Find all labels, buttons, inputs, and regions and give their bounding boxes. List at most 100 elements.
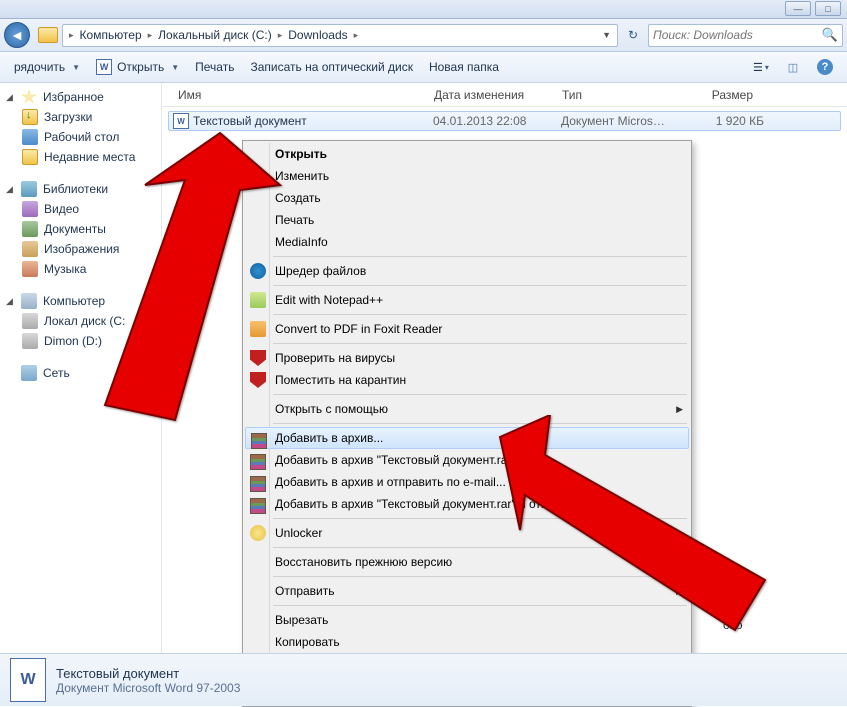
- ctx-open[interactable]: Открыть: [245, 143, 689, 165]
- ctx-archive-and-email[interactable]: Добавить в архив и отправить по e-mail..…: [245, 471, 689, 493]
- maximize-button[interactable]: □: [815, 1, 841, 16]
- organize-button[interactable]: рядочить▼: [8, 55, 86, 79]
- sidebar-computer[interactable]: ◢Компьютер: [0, 291, 161, 311]
- kaspersky-icon: [250, 350, 266, 366]
- sidebar-libraries[interactable]: ◢Библиотеки: [0, 179, 161, 199]
- open-button[interactable]: W Открыть▼: [90, 55, 185, 79]
- music-icon: [22, 261, 38, 277]
- menu-separator: [273, 314, 687, 315]
- refresh-button[interactable]: ↻: [622, 24, 644, 46]
- ctx-unlocker[interactable]: Unlocker: [245, 522, 689, 544]
- ctx-shredder[interactable]: Шредер файлов: [245, 260, 689, 282]
- sidebar-item-documents[interactable]: Документы: [0, 219, 161, 239]
- ctx-mediainfo[interactable]: MediaInfo: [245, 231, 689, 253]
- menu-separator: [273, 605, 687, 606]
- preview-pane-button[interactable]: ◫: [779, 56, 807, 78]
- winrar-icon: [250, 454, 266, 470]
- ctx-open-with[interactable]: Открыть с помощью▶: [245, 398, 689, 420]
- sidebar-item-downloads[interactable]: Загрузки: [0, 107, 161, 127]
- menu-separator: [273, 423, 687, 424]
- ctx-restore-previous[interactable]: Восстановить прежнюю версию: [245, 551, 689, 573]
- file-name: Текстовый документ: [193, 114, 433, 128]
- disk-icon: [22, 333, 38, 349]
- sidebar-item-localdisk[interactable]: Локал диск (C:: [0, 311, 161, 331]
- foxit-icon: [250, 321, 266, 337]
- menu-separator: [273, 518, 687, 519]
- file-date: 04.01.2013 22:08: [433, 114, 561, 128]
- menu-separator: [273, 343, 687, 344]
- navigation-sidebar: ◢Избранное Загрузки Рабочий стол Недавни…: [0, 83, 162, 653]
- word-file-icon: W: [173, 113, 189, 129]
- ctx-add-to-named-archive[interactable]: Добавить в архив "Текстовый документ.rar…: [245, 449, 689, 471]
- file-row-selected[interactable]: W Текстовый документ 04.01.2013 22:08 До…: [168, 111, 841, 131]
- sidebar-network[interactable]: ▸Сеть: [0, 363, 161, 383]
- minimize-button[interactable]: —: [785, 1, 811, 16]
- column-date[interactable]: Дата изменения: [428, 88, 556, 102]
- back-button[interactable]: ◄: [4, 22, 30, 48]
- search-box[interactable]: 🔍: [648, 24, 843, 47]
- word-icon: W: [96, 59, 112, 75]
- sidebar-item-music[interactable]: Музыка: [0, 259, 161, 279]
- ctx-add-to-archive[interactable]: Добавить в архив...: [245, 427, 689, 449]
- ctx-edit[interactable]: Изменить: [245, 165, 689, 187]
- status-bar: W Текстовый документ Документ Microsoft …: [0, 653, 847, 706]
- network-icon: [21, 365, 37, 381]
- ctx-av-check[interactable]: Проверить на вирусы: [245, 347, 689, 369]
- collapse-icon: ◢: [6, 184, 15, 195]
- breadcrumb-localdisk[interactable]: Локальный диск (C:): [156, 28, 274, 42]
- ctx-create[interactable]: Создать: [245, 187, 689, 209]
- column-name[interactable]: Имя: [172, 88, 428, 102]
- sidebar-favorites[interactable]: ◢Избранное: [0, 87, 161, 107]
- collapse-icon: ◢: [6, 296, 15, 307]
- unlocker-icon: [250, 525, 266, 541]
- status-filename: Текстовый документ: [56, 666, 240, 681]
- chevron-down-icon: ▼: [72, 63, 80, 72]
- ctx-send-to[interactable]: Отправить▶: [245, 580, 689, 602]
- breadcrumb[interactable]: ▸ Компьютер ▸ Локальный диск (C:) ▸ Down…: [62, 24, 618, 47]
- newfolder-button[interactable]: Новая папка: [423, 55, 505, 79]
- ctx-cut[interactable]: Вырезать: [245, 609, 689, 631]
- sidebar-item-video[interactable]: Видео: [0, 199, 161, 219]
- ctx-notepadpp[interactable]: Edit with Notepad++: [245, 289, 689, 311]
- search-icon: 🔍: [818, 27, 842, 43]
- desktop-icon: [22, 129, 38, 145]
- ctx-av-quarantine[interactable]: Поместить на карантин: [245, 369, 689, 391]
- chevron-down-icon[interactable]: ▼: [600, 30, 613, 40]
- submenu-arrow-icon: ▶: [676, 404, 683, 415]
- help-icon: ?: [817, 59, 833, 75]
- breadcrumb-computer[interactable]: Компьютер: [78, 28, 144, 42]
- column-size[interactable]: Размер: [674, 88, 759, 102]
- images-icon: [22, 241, 38, 257]
- sidebar-item-desktop[interactable]: Рабочий стол: [0, 127, 161, 147]
- file-size: 1 920 КБ: [679, 114, 764, 128]
- sidebar-item-recent[interactable]: Недавние места: [0, 147, 161, 167]
- command-toolbar: рядочить▼ W Открыть▼ Печать Записать на …: [0, 52, 847, 83]
- column-type[interactable]: Тип: [556, 88, 674, 102]
- help-button[interactable]: ?: [811, 56, 839, 78]
- breadcrumb-downloads[interactable]: Downloads: [286, 28, 349, 42]
- ctx-foxit[interactable]: Convert to PDF in Foxit Reader: [245, 318, 689, 340]
- chevron-right-icon: ▸: [276, 30, 285, 41]
- column-headers[interactable]: Имя Дата изменения Тип Размер: [162, 83, 847, 107]
- collapse-icon: ◢: [6, 92, 15, 103]
- file-type: Документ Micros…: [561, 114, 679, 128]
- chevron-down-icon: ▼: [171, 63, 179, 72]
- chevron-right-icon: ▸: [352, 30, 361, 41]
- notepadpp-icon: [250, 292, 266, 308]
- search-input[interactable]: [649, 28, 818, 42]
- winrar-icon: [251, 433, 267, 449]
- burn-button[interactable]: Записать на оптический диск: [244, 55, 419, 79]
- menu-separator: [273, 285, 687, 286]
- window-titlebar: — □: [0, 0, 847, 19]
- ctx-print[interactable]: Печать: [245, 209, 689, 231]
- chevron-right-icon: ▸: [67, 30, 76, 41]
- view-options-button[interactable]: ☰▾: [747, 56, 775, 78]
- ctx-archive-named-and-email[interactable]: Добавить в архив "Текстовый документ.rar…: [245, 493, 689, 515]
- sidebar-item-images[interactable]: Изображения: [0, 239, 161, 259]
- menu-separator: [273, 256, 687, 257]
- sidebar-item-dimon[interactable]: Dimon (D:): [0, 331, 161, 351]
- video-icon: [22, 201, 38, 217]
- word-file-icon: W: [10, 658, 46, 702]
- print-button[interactable]: Печать: [189, 55, 240, 79]
- ctx-copy[interactable]: Копировать: [245, 631, 689, 653]
